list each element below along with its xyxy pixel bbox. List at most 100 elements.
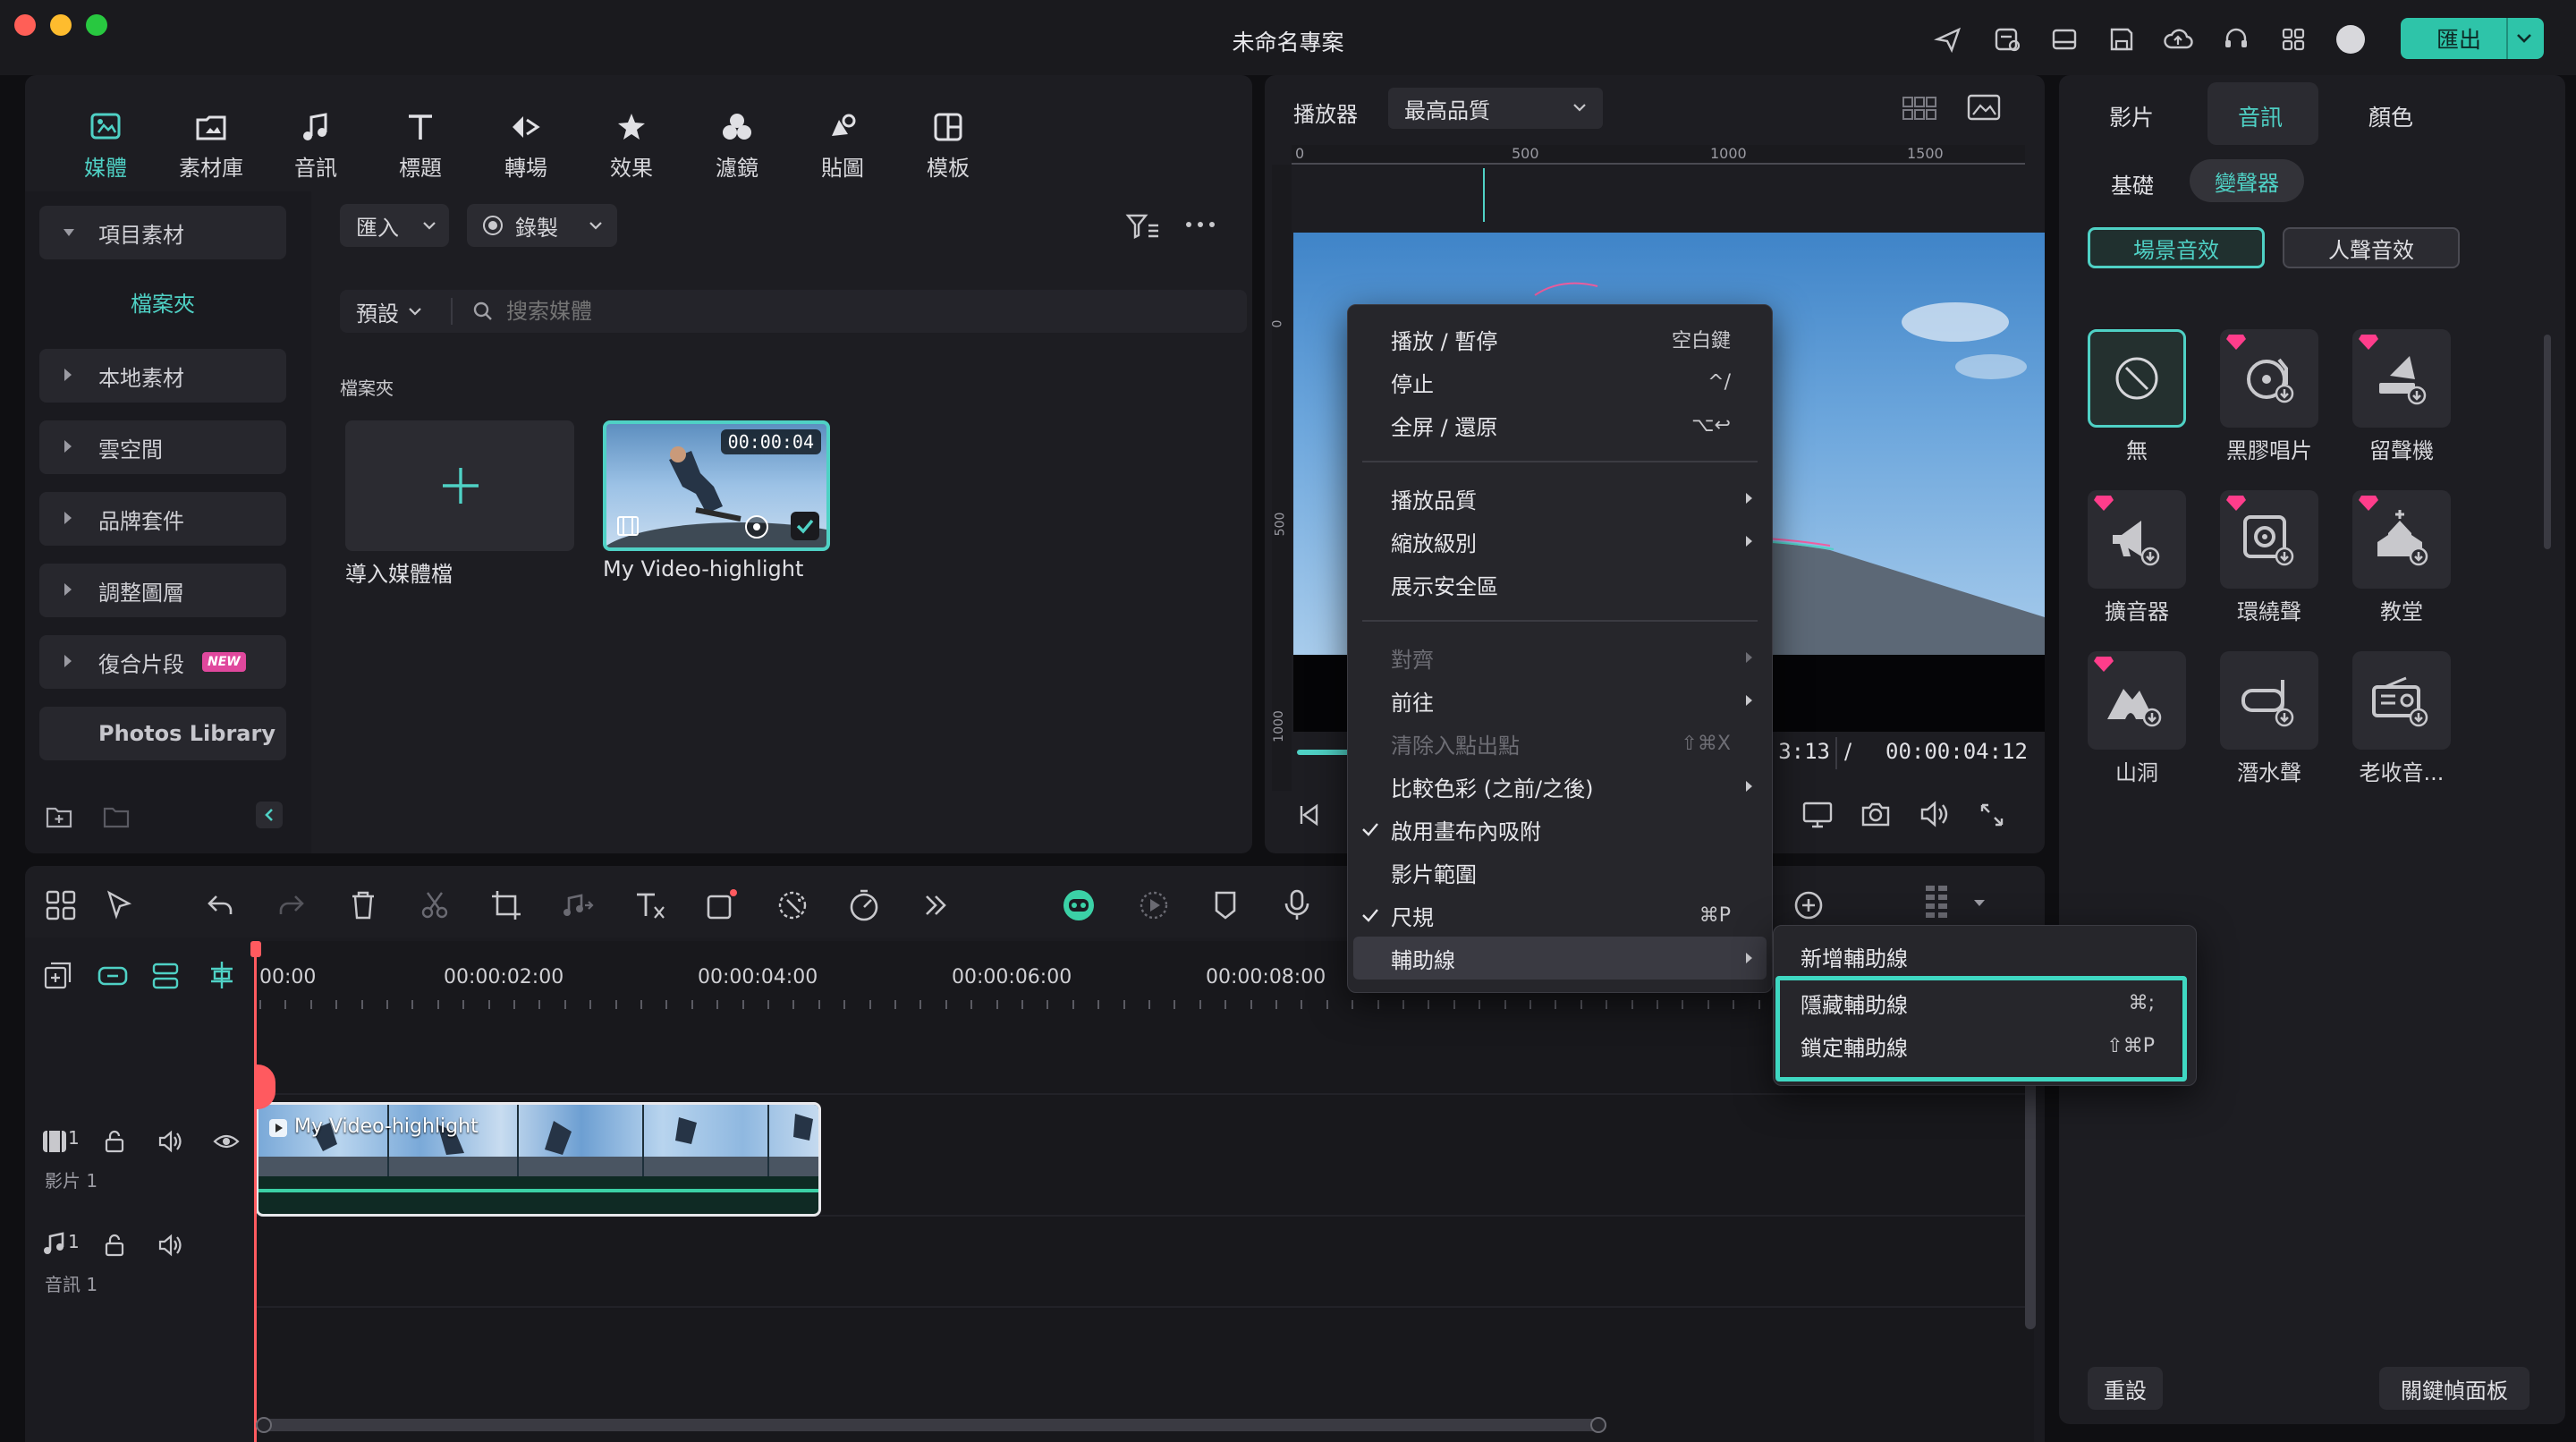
unlock-icon[interactable] xyxy=(102,1233,127,1258)
grid-view-icon[interactable] xyxy=(1902,95,1937,122)
camera-snapshot-icon[interactable] xyxy=(1860,800,1891,828)
tab-video[interactable]: 影片 xyxy=(2109,100,2154,132)
sidebar-item-local[interactable]: 本地素材 xyxy=(39,349,286,403)
sidebar-item-cloud[interactable]: 雲空間 xyxy=(39,420,286,474)
menu-item-clear-in-out[interactable]: 清除入點出點 ⇧⌘X xyxy=(1348,722,1772,765)
menu-item-zoom-level[interactable]: 縮放級別 xyxy=(1348,520,1772,563)
menu-item-play-pause[interactable]: 播放 / 暫停 空白鍵 xyxy=(1348,318,1772,360)
audio-edit-icon[interactable] xyxy=(560,887,596,923)
effect-cave[interactable] xyxy=(2088,651,2186,750)
menu-item-hide-guides[interactable]: 隱藏輔助線 ⌘; xyxy=(1774,981,2196,1024)
effect-vinyl[interactable] xyxy=(2220,329,2318,428)
split-scissors-icon[interactable] xyxy=(417,887,453,923)
sidebar-item-compound-clip[interactable]: 復合片段 NEW xyxy=(39,635,286,689)
category-scene-effects[interactable]: 場景音效 xyxy=(2088,227,2265,268)
menu-item-safe-zone[interactable]: 展示安全區 xyxy=(1348,563,1772,606)
snap-magnet-icon[interactable] xyxy=(206,959,238,991)
nav-stock[interactable]: 素材庫 xyxy=(168,109,254,182)
search-input[interactable] xyxy=(506,299,1132,324)
menu-item-add-guide[interactable]: 新增輔助線 xyxy=(1774,935,2196,978)
volume-icon[interactable] xyxy=(1919,800,1950,828)
effect-surround[interactable] xyxy=(2220,490,2318,589)
menu-item-playback-quality[interactable]: 播放品質 xyxy=(1348,477,1772,520)
cloud-upload-icon[interactable] xyxy=(2163,25,2193,54)
playhead[interactable] xyxy=(254,941,257,1442)
auto-ripple-icon[interactable] xyxy=(150,961,182,991)
tab-audio[interactable]: 音訊 xyxy=(2238,100,2283,132)
text-tool-icon[interactable] xyxy=(631,887,667,923)
preset-dropdown[interactable]: 預設 xyxy=(340,290,451,333)
category-voice-effects[interactable]: 人聲音效 xyxy=(2283,227,2460,268)
tab-color[interactable]: 顏色 xyxy=(2368,100,2413,132)
project-info-icon[interactable] xyxy=(1993,25,2021,54)
sidebar-item-photos-library[interactable]: Photos Library xyxy=(39,707,286,760)
more-options-icon[interactable] xyxy=(1184,218,1216,231)
fullscreen-icon[interactable] xyxy=(1979,802,2005,828)
undo-icon[interactable] xyxy=(202,887,238,923)
timeline-h-scrollbar[interactable] xyxy=(256,1419,1606,1431)
collapse-sidebar-button[interactable] xyxy=(256,802,283,828)
zoom-in-plus-icon[interactable] xyxy=(1791,887,1826,923)
mask-icon[interactable] xyxy=(775,887,810,923)
nav-templates[interactable]: 模板 xyxy=(905,109,991,182)
more-tools-icon[interactable] xyxy=(918,887,953,923)
effect-megaphone[interactable] xyxy=(2088,490,2186,589)
subtab-voice-changer[interactable]: 變聲器 xyxy=(2190,159,2304,202)
effect-church[interactable] xyxy=(2352,490,2451,589)
nav-filters[interactable]: 濾鏡 xyxy=(694,109,780,182)
snapshot-image-icon[interactable] xyxy=(1966,93,2002,122)
delete-folder-icon[interactable] xyxy=(102,803,132,830)
avatar[interactable] xyxy=(2336,25,2365,54)
menu-item-align[interactable]: 對齊 xyxy=(1348,636,1772,679)
import-media-tile[interactable] xyxy=(345,420,574,551)
new-folder-icon[interactable] xyxy=(45,803,75,830)
send-feedback-icon[interactable] xyxy=(1934,25,1962,54)
speed-icon[interactable] xyxy=(846,887,882,923)
menu-item-go-to[interactable]: 前往 xyxy=(1348,679,1772,722)
layout-icon[interactable] xyxy=(2050,25,2079,54)
track-volume-icon[interactable] xyxy=(157,1233,184,1258)
effect-none[interactable] xyxy=(2088,329,2186,428)
record-dropdown[interactable]: 錄製 xyxy=(467,204,617,247)
menu-item-ruler[interactable]: 尺規 ⌘P xyxy=(1348,894,1772,937)
menu-item-stop[interactable]: 停止 ^/ xyxy=(1348,360,1772,403)
nav-audio[interactable]: 音訊 xyxy=(273,109,359,182)
previous-frame-icon[interactable] xyxy=(1297,802,1324,828)
track-height-icon[interactable] xyxy=(1923,884,1950,923)
voiceover-mic-icon[interactable] xyxy=(1279,887,1315,923)
nav-stickers[interactable]: 貼圖 xyxy=(800,109,886,182)
menu-item-guides[interactable]: 輔助線 xyxy=(1353,937,1767,980)
reset-button[interactable]: 重設 xyxy=(2088,1367,2163,1410)
delete-trash-icon[interactable] xyxy=(345,887,381,923)
menu-item-canvas-snap[interactable]: 啟用畫布內吸附 xyxy=(1348,808,1772,851)
crop-icon[interactable] xyxy=(488,887,524,923)
import-dropdown[interactable]: 匯入 xyxy=(340,204,449,247)
chevron-down-icon[interactable] xyxy=(1973,898,1986,907)
select-pointer-icon[interactable] xyxy=(102,887,138,923)
visibility-eye-icon[interactable] xyxy=(213,1131,240,1152)
playhead-handle[interactable] xyxy=(250,941,261,957)
nav-effects[interactable]: 效果 xyxy=(589,109,674,182)
media-clip-thumbnail[interactable]: 00:00:04 xyxy=(603,420,830,551)
timeline-v-scrollbar[interactable] xyxy=(2025,1081,2036,1329)
subtab-basic[interactable]: 基礎 xyxy=(2111,168,2154,199)
nav-titles[interactable]: 標題 xyxy=(377,109,463,182)
panel-scrollbar[interactable] xyxy=(2544,335,2551,549)
link-clips-icon[interactable] xyxy=(97,961,129,991)
display-output-icon[interactable] xyxy=(1801,800,1834,830)
menu-item-compare-color[interactable]: 比較色彩 (之前/之後) xyxy=(1348,765,1772,808)
render-preview-icon[interactable] xyxy=(1136,887,1172,923)
save-icon[interactable] xyxy=(2107,25,2136,54)
unlock-icon[interactable] xyxy=(102,1129,127,1154)
layout-grid-icon[interactable] xyxy=(43,887,79,923)
redo-icon[interactable] xyxy=(274,887,309,923)
guide-line[interactable] xyxy=(1483,168,1485,222)
menu-item-lock-guides[interactable]: 鎖定輔助線 ⇧⌘P xyxy=(1774,1024,2196,1067)
nav-media[interactable]: 媒體 xyxy=(63,109,148,182)
effect-old-radio[interactable] xyxy=(2352,651,2451,750)
ai-copilot-icon[interactable] xyxy=(1061,887,1097,923)
effect-underwater[interactable] xyxy=(2220,651,2318,750)
sidebar-item-project-media[interactable]: 項目素材 xyxy=(39,206,286,259)
sidebar-item-folder[interactable]: 檔案夾 xyxy=(39,286,286,318)
menu-item-fullscreen[interactable]: 全屏 / 還原 ⌥↩ xyxy=(1348,403,1772,446)
